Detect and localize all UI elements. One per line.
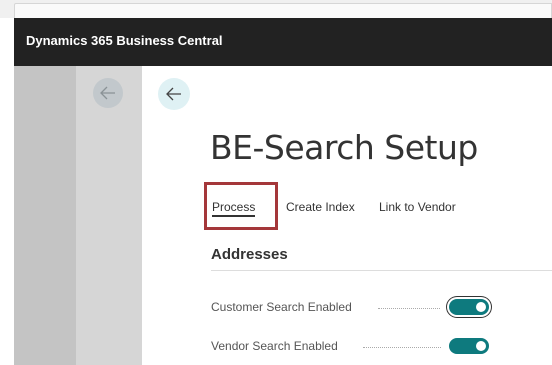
customer-search-enabled-label: Customer Search Enabled [211, 300, 352, 314]
callout-highlight-box [204, 182, 278, 230]
section-title-addresses[interactable]: Addresses [211, 246, 288, 263]
back-arrow-icon [100, 86, 115, 100]
customer-search-enabled-toggle[interactable] [449, 299, 489, 315]
app-title: Dynamics 365 Business Central [26, 33, 223, 48]
app-bar: Dynamics 365 Business Central [14, 18, 552, 66]
vendor-search-enabled-toggle[interactable] [449, 338, 489, 354]
field-leader-dots [363, 347, 441, 348]
background-panel-secondary [76, 66, 142, 365]
action-link-to-vendor[interactable]: Link to Vendor [379, 200, 456, 214]
back-button-background[interactable] [93, 78, 123, 108]
back-arrow-icon [166, 87, 181, 101]
background-panel [14, 66, 76, 365]
field-leader-dots [378, 308, 440, 309]
browser-tab-area [14, 3, 552, 18]
action-create-index[interactable]: Create Index [286, 200, 355, 214]
toggle-knob [476, 302, 486, 312]
browser-strip [0, 0, 552, 18]
back-button[interactable] [158, 78, 190, 110]
page-title: BE-Search Setup [210, 128, 478, 167]
section-divider [211, 270, 552, 271]
vendor-search-enabled-label: Vendor Search Enabled [211, 339, 338, 353]
toggle-knob [476, 341, 486, 351]
